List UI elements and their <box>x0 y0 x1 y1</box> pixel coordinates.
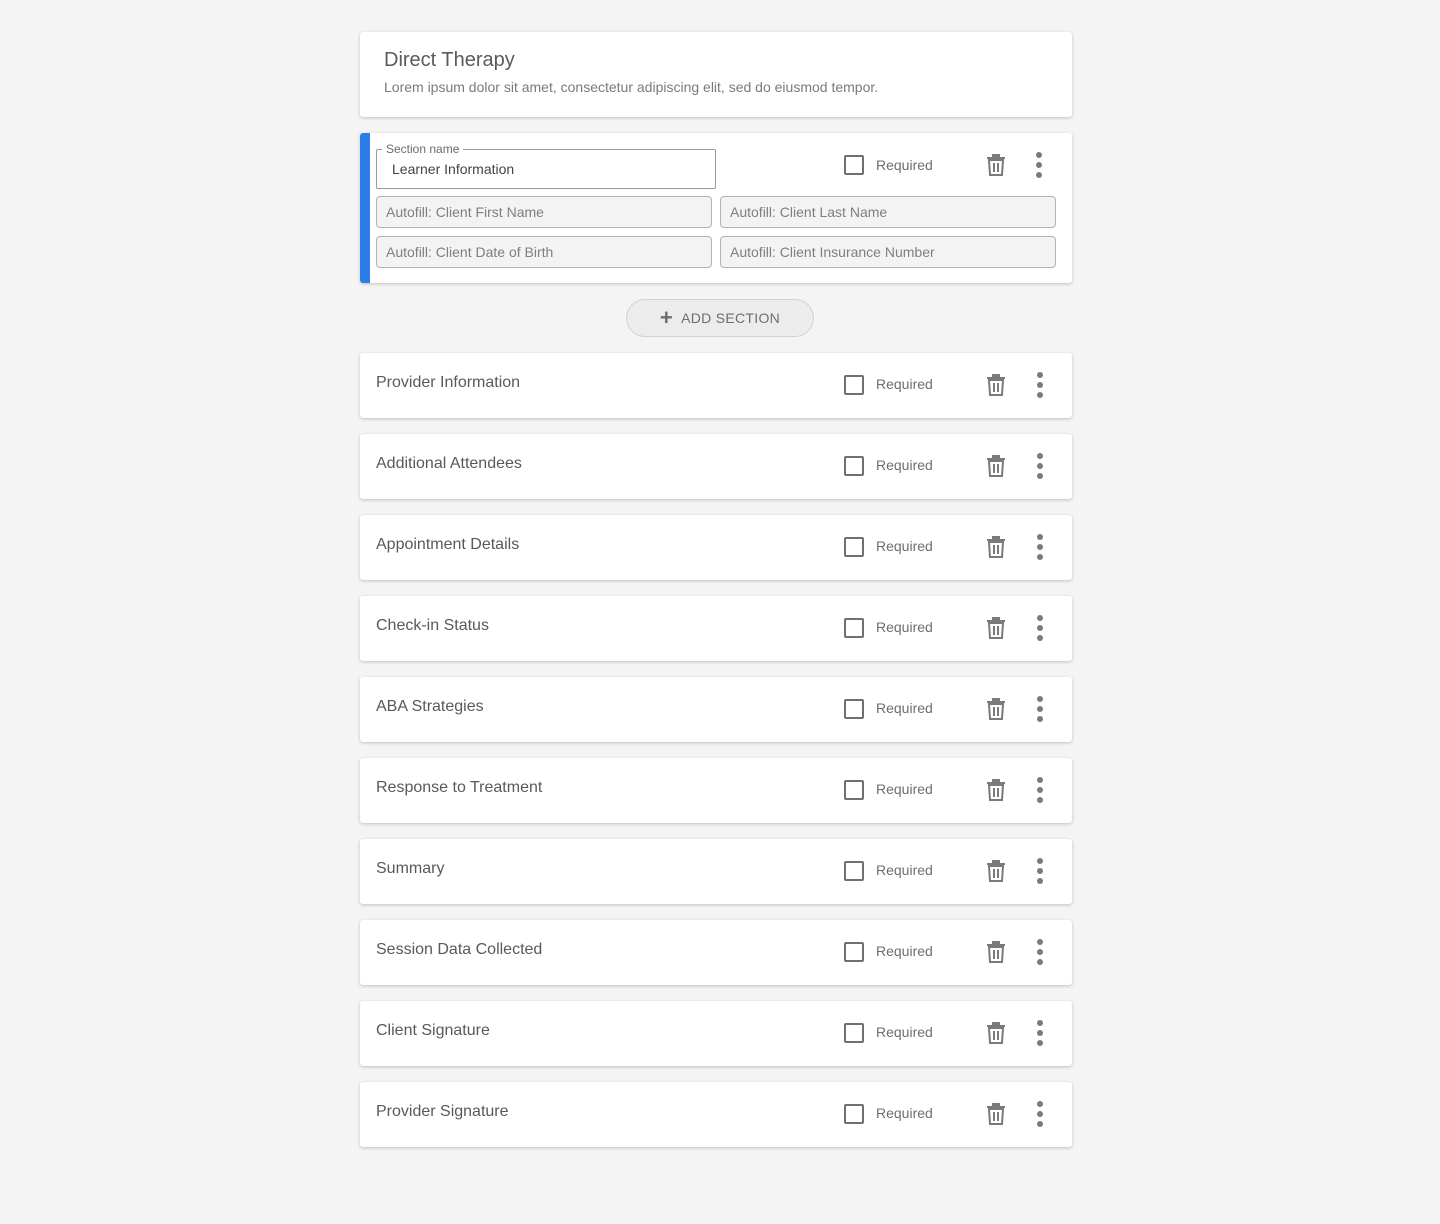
section-name-value[interactable]: Learner Information <box>392 161 514 177</box>
required-label: Required <box>876 538 933 554</box>
section-title: Client Signature <box>376 1022 490 1039</box>
required-checkbox[interactable] <box>844 155 864 175</box>
required-checkbox[interactable] <box>844 456 864 476</box>
required-checkbox[interactable] <box>844 699 864 719</box>
trash-icon[interactable] <box>986 536 1006 558</box>
required-checkbox[interactable] <box>844 618 864 638</box>
trash-icon[interactable] <box>986 1103 1006 1125</box>
required-checkbox[interactable] <box>844 537 864 557</box>
more-vert-icon[interactable] <box>1036 939 1044 965</box>
autofill-date-of-birth[interactable]: Autofill: Client Date of Birth <box>376 236 712 268</box>
section-card[interactable]: Appointment Details Required <box>360 515 1072 580</box>
add-section-button[interactable]: + ADD SECTION <box>626 299 814 337</box>
section-card[interactable]: Provider Information Required <box>360 353 1072 418</box>
section-card[interactable]: Provider Signature Required <box>360 1082 1072 1147</box>
required-checkbox[interactable] <box>844 942 864 962</box>
required-label: Required <box>876 1105 933 1121</box>
form-editor: Direct Therapy Lorem ipsum dolor sit ame… <box>360 32 1072 1163</box>
more-vert-icon[interactable] <box>1036 777 1044 803</box>
required-label: Required <box>876 376 933 392</box>
more-vert-icon[interactable] <box>1036 696 1044 722</box>
section-title: Provider Information <box>376 374 521 391</box>
more-vert-icon[interactable] <box>1036 1101 1044 1127</box>
required-checkbox[interactable] <box>844 1104 864 1124</box>
required-label: Required <box>876 862 933 878</box>
autofill-first-name[interactable]: Autofill: Client First Name <box>376 196 712 228</box>
section-name-legend: Section name <box>382 141 464 157</box>
section-card[interactable]: ABA Strategies Required <box>360 677 1072 742</box>
active-indicator <box>360 133 370 283</box>
required-checkbox[interactable] <box>844 375 864 395</box>
required-label: Required <box>876 157 933 173</box>
section-title: Check-in Status <box>376 617 489 634</box>
section-card[interactable]: Check-in Status Required <box>360 596 1072 661</box>
section-card[interactable]: Session Data Collected Required <box>360 920 1072 985</box>
more-vert-icon[interactable] <box>1036 453 1044 479</box>
section-title: Additional Attendees <box>376 455 522 472</box>
more-vert-icon[interactable] <box>1036 372 1044 398</box>
section-title: Appointment Details <box>376 536 520 553</box>
required-checkbox[interactable] <box>844 861 864 881</box>
section-card[interactable]: Client Signature Required <box>360 1001 1072 1066</box>
required-checkbox[interactable] <box>844 780 864 800</box>
trash-icon[interactable] <box>986 154 1006 176</box>
required-checkbox[interactable] <box>844 1023 864 1043</box>
more-vert-icon[interactable] <box>1036 858 1044 884</box>
trash-icon[interactable] <box>986 860 1006 882</box>
section-list: Provider Information Required Additional… <box>360 353 1072 1147</box>
more-vert-icon[interactable] <box>1036 534 1044 560</box>
section-card[interactable]: Response to Treatment Required <box>360 758 1072 823</box>
section-card[interactable]: Additional Attendees Required <box>360 434 1072 499</box>
trash-icon[interactable] <box>986 941 1006 963</box>
active-section-card[interactable]: Section name Learner Information Autofil… <box>360 133 1072 283</box>
section-title: Session Data Collected <box>376 941 543 958</box>
section-title: Provider Signature <box>376 1103 509 1120</box>
form-title: Direct Therapy <box>384 49 515 71</box>
form-description: Lorem ipsum dolor sit amet, consectetur … <box>384 79 879 95</box>
trash-icon[interactable] <box>986 374 1006 396</box>
required-label: Required <box>876 781 933 797</box>
trash-icon[interactable] <box>986 617 1006 639</box>
section-name-field[interactable]: Section name Learner Information <box>376 141 716 189</box>
section-title: ABA Strategies <box>376 698 484 715</box>
trash-icon[interactable] <box>986 455 1006 477</box>
required-label: Required <box>876 943 933 959</box>
required-label: Required <box>876 619 933 635</box>
more-vert-icon[interactable] <box>1035 152 1043 178</box>
required-label: Required <box>876 457 933 473</box>
trash-icon[interactable] <box>986 698 1006 720</box>
plus-icon: + <box>659 305 674 330</box>
form-header-card: Direct Therapy Lorem ipsum dolor sit ame… <box>360 32 1072 117</box>
section-card[interactable]: Summary Required <box>360 839 1072 904</box>
required-label: Required <box>876 1024 933 1040</box>
section-title: Summary <box>376 860 445 877</box>
more-vert-icon[interactable] <box>1036 1020 1044 1046</box>
add-section-label: ADD SECTION <box>681 310 781 326</box>
trash-icon[interactable] <box>986 1022 1006 1044</box>
trash-icon[interactable] <box>986 779 1006 801</box>
section-title: Response to Treatment <box>376 779 543 796</box>
autofill-insurance-number[interactable]: Autofill: Client Insurance Number <box>720 236 1056 268</box>
required-label: Required <box>876 700 933 716</box>
more-vert-icon[interactable] <box>1036 615 1044 641</box>
autofill-last-name[interactable]: Autofill: Client Last Name <box>720 196 1056 228</box>
add-section-row: + ADD SECTION <box>360 283 1072 353</box>
